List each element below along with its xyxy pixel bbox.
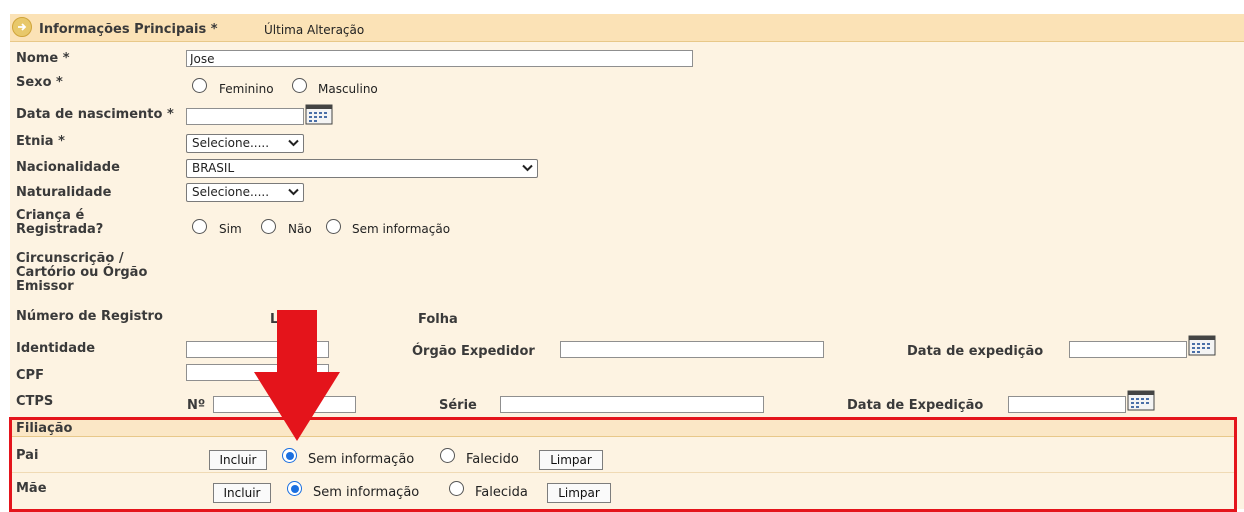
crianca-sem-info-radio[interactable]: [326, 219, 341, 234]
folha-label: Folha: [418, 312, 458, 327]
data-expedicao-ctps-label: Data de Expedição: [847, 398, 984, 413]
crianca-label-line2: Registrada?: [16, 222, 104, 237]
orgao-expedidor-input[interactable]: [560, 341, 824, 358]
cpf-label: CPF: [16, 368, 44, 383]
crianca-nao-radio[interactable]: [261, 219, 276, 234]
last-change-link[interactable]: Última Alteração: [264, 23, 364, 37]
data-expedicao-ctps-input[interactable]: [1008, 396, 1126, 413]
sexo-label: Sexo *: [16, 75, 63, 90]
sexo-masculino-radio[interactable]: [292, 78, 307, 93]
ctps-label: CTPS: [16, 394, 54, 409]
nacionalidade-select-value: BRASIL: [192, 161, 235, 175]
naturalidade-select[interactable]: Selecione.....: [186, 183, 304, 202]
etnia-select[interactable]: Selecione.....: [186, 134, 304, 153]
nome-input[interactable]: [186, 50, 693, 67]
arrow-circle-icon[interactable]: [12, 17, 32, 37]
circunscricao-label-line2: Cartório ou Órgão: [16, 265, 148, 280]
chevron-down-icon: [288, 139, 299, 147]
circunscricao-label-line1: Circunscrição /: [16, 251, 124, 266]
circunscricao-label-line3: Emissor: [16, 279, 74, 294]
section-title: Informações Principais *: [39, 22, 218, 37]
data-expedicao-label: Data de expedição: [907, 344, 1044, 359]
nome-label: Nome *: [16, 51, 70, 66]
highlight-box: [9, 417, 1237, 512]
nacionalidade-select[interactable]: BRASIL: [186, 159, 538, 178]
orgao-expedidor-label: Órgão Expedidor: [412, 344, 535, 359]
nascimento-input[interactable]: [186, 108, 304, 125]
etnia-label: Etnia *: [16, 134, 65, 149]
serie-label: Série: [439, 398, 477, 413]
ctps-numero-label: Nº: [187, 398, 206, 413]
numero-registro-label: Número de Registro: [16, 309, 163, 324]
chevron-down-icon: [288, 188, 299, 196]
crianca-sem-info-label: Sem informação: [352, 222, 451, 236]
calendar-icon[interactable]: [1188, 334, 1216, 356]
calendar-icon[interactable]: [1127, 389, 1155, 411]
calendar-icon[interactable]: [305, 103, 333, 125]
sexo-feminino-radio[interactable]: [192, 78, 207, 93]
crianca-label-line1: Criança é: [16, 208, 85, 223]
nacionalidade-label: Nacionalidade: [16, 160, 120, 175]
top-partial-row: [0, 0, 1244, 6]
naturalidade-label: Naturalidade: [16, 185, 112, 200]
crianca-sim-radio[interactable]: [192, 219, 207, 234]
data-expedicao-input[interactable]: [1069, 341, 1187, 358]
identidade-label: Identidade: [16, 341, 96, 356]
sexo-feminino-label: Feminino: [219, 82, 274, 96]
crianca-sim-label: Sim: [219, 222, 242, 236]
sexo-masculino-label: Masculino: [318, 82, 378, 96]
crianca-nao-label: Não: [288, 222, 312, 236]
red-down-arrow-icon: [252, 310, 342, 442]
serie-input[interactable]: [500, 396, 764, 413]
nascimento-label: Data de nascimento *: [16, 107, 174, 122]
naturalidade-select-value: Selecione.....: [192, 185, 270, 199]
chevron-down-icon: [522, 164, 533, 172]
etnia-select-value: Selecione.....: [192, 136, 270, 150]
